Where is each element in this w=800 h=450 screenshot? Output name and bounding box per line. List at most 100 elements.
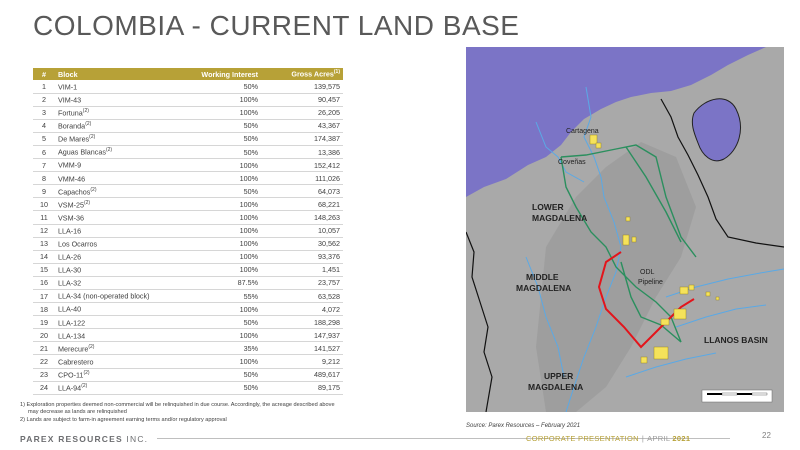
- cell-gross-acres: 152,412: [261, 158, 343, 173]
- cell-working-interest: 50%: [165, 368, 261, 382]
- cell-num: 19: [33, 315, 55, 330]
- cell-gross-acres: 64,073: [261, 184, 343, 199]
- cell-block: Aguas Blancas(2): [55, 145, 165, 160]
- cell-working-interest: 100%: [165, 224, 261, 238]
- cell-working-interest: 100%: [165, 171, 261, 186]
- table-row: 22 Cabrestero 100% 9,212: [33, 354, 343, 369]
- header-block: Block: [55, 68, 165, 80]
- cell-num: 17: [33, 289, 55, 304]
- cell-block: LLA-34 (non-operated block): [55, 289, 165, 304]
- cell-block: VSM-36: [55, 210, 165, 225]
- cell-gross-acres: 489,617: [261, 368, 343, 382]
- cell-block: LLA-134: [55, 328, 165, 343]
- cell-gross-acres: 188,298: [261, 315, 343, 330]
- cell-num: 11: [33, 210, 55, 225]
- cell-block: LLA-30: [55, 263, 165, 277]
- cell-num: 3: [33, 106, 55, 120]
- label-odl-pipeline: Pipeline: [638, 279, 663, 286]
- header-num: #: [33, 68, 55, 80]
- cell-num: 7: [33, 158, 55, 173]
- cell-num: 13: [33, 237, 55, 251]
- table-row: 17 LLA-34 (non-operated block) 55% 63,528: [33, 289, 343, 304]
- header-working-interest: Working Interest: [165, 68, 261, 80]
- cell-block: Los Ocarros: [55, 237, 165, 251]
- cell-gross-acres: 10,057: [261, 224, 343, 238]
- label-upper-magdalena: MAGDALENA: [528, 382, 583, 392]
- footnote-1-cont: may decrease as lands are relinquished: [28, 409, 127, 416]
- cell-working-interest: 50%: [165, 315, 261, 330]
- cell-working-interest: 100%: [165, 328, 261, 343]
- label-llanos-basin: LLANOS BASIN: [704, 335, 768, 345]
- cell-gross-acres: 141,527: [261, 341, 343, 356]
- table-row: 1 VIM-1 50% 139,575: [33, 80, 343, 94]
- label-odl: ODL: [640, 269, 655, 276]
- cell-block: LLA-32: [55, 276, 165, 291]
- cell-gross-acres: 148,263: [261, 210, 343, 225]
- table-row: 12 LLA-16 100% 10,057: [33, 224, 343, 238]
- cell-num: 4: [33, 119, 55, 133]
- table-row: 13 Los Ocarros 100% 30,562: [33, 237, 343, 251]
- cell-working-interest: 100%: [165, 302, 261, 317]
- cell-working-interest: 100%: [165, 354, 261, 369]
- table-row: 6 Aguas Blancas(2) 50% 13,386: [33, 145, 343, 160]
- cell-block: VSM-25(2): [55, 197, 165, 212]
- cell-num: 24: [33, 381, 55, 395]
- cell-gross-acres: 30,562: [261, 237, 343, 251]
- cell-gross-acres: 111,026: [261, 171, 343, 186]
- cell-gross-acres: 26,205: [261, 106, 343, 120]
- table-row: 16 LLA-32 87.5% 23,757: [33, 276, 343, 291]
- label-cartagena: Cartagena: [566, 128, 599, 135]
- cell-working-interest: 35%: [165, 341, 261, 356]
- cell-working-interest: 50%: [165, 132, 261, 146]
- page-title: COLOMBIA - CURRENT LAND BASE: [33, 10, 520, 41]
- cell-gross-acres: 63,528: [261, 289, 343, 304]
- cell-num: 10: [33, 197, 55, 212]
- table-row: 24 LLA-94(2) 50% 89,175: [33, 381, 343, 395]
- cell-gross-acres: 90,457: [261, 93, 343, 107]
- cell-block: CPO-11(2): [55, 368, 165, 382]
- cell-num: 6: [33, 145, 55, 160]
- cell-working-interest: 50%: [165, 119, 261, 133]
- table-row: 11 VSM-36 100% 148,263: [33, 210, 343, 225]
- table-header-row: # Block Working Interest Gross Acres(1): [33, 68, 343, 80]
- cell-gross-acres: 89,175: [261, 381, 343, 395]
- cell-num: 5: [33, 132, 55, 146]
- cell-gross-acres: 43,367: [261, 119, 343, 133]
- cell-num: 20: [33, 328, 55, 343]
- cell-gross-acres: 13,386: [261, 145, 343, 160]
- footnote-1: 1) Exploration properties deemed non-com…: [20, 402, 335, 408]
- cell-block: Cabrestero: [55, 354, 165, 369]
- cell-working-interest: 100%: [165, 237, 261, 251]
- cell-num: 14: [33, 250, 55, 264]
- cell-num: 18: [33, 302, 55, 317]
- cell-working-interest: 50%: [165, 80, 261, 94]
- cell-block: LLA-16: [55, 224, 165, 238]
- table-row: 21 Merecure(2) 35% 141,527: [33, 341, 343, 356]
- cell-block: VIM-43: [55, 93, 165, 107]
- table-row: 10 VSM-25(2) 100% 68,221: [33, 197, 343, 212]
- table-row: 4 Boranda(2) 50% 43,367: [33, 119, 343, 133]
- label-covenas: Coveñas: [558, 159, 586, 166]
- cell-num: 23: [33, 368, 55, 382]
- cell-num: 8: [33, 171, 55, 186]
- cell-working-interest: 100%: [165, 106, 261, 120]
- table-row: 23 CPO-11(2) 50% 489,617: [33, 368, 343, 382]
- cell-gross-acres: 93,376: [261, 250, 343, 264]
- label-middle-magdalena: MAGDALENA: [516, 283, 571, 293]
- table-row: 2 VIM-43 100% 90,457: [33, 93, 343, 107]
- cell-gross-acres: 1,451: [261, 263, 343, 277]
- cell-block: De Mares(2): [55, 132, 165, 146]
- cell-block: LLA-94(2): [55, 381, 165, 395]
- label-lower: LOWER: [532, 202, 564, 212]
- cell-gross-acres: 4,072: [261, 302, 343, 317]
- page-number: 22: [762, 431, 771, 440]
- table-row: 8 VMM-46 100% 111,026: [33, 171, 343, 186]
- cell-gross-acres: 23,757: [261, 276, 343, 291]
- table-row: 7 VMM-9 100% 152,412: [33, 158, 343, 173]
- cell-working-interest: 55%: [165, 289, 261, 304]
- label-upper: UPPER: [544, 371, 573, 381]
- cell-block: VMM-46: [55, 171, 165, 186]
- footer-corporate: CORPORATE PRESENTATION | APRIL 2021: [526, 434, 691, 443]
- cell-num: 1: [33, 80, 55, 94]
- cell-working-interest: 100%: [165, 158, 261, 173]
